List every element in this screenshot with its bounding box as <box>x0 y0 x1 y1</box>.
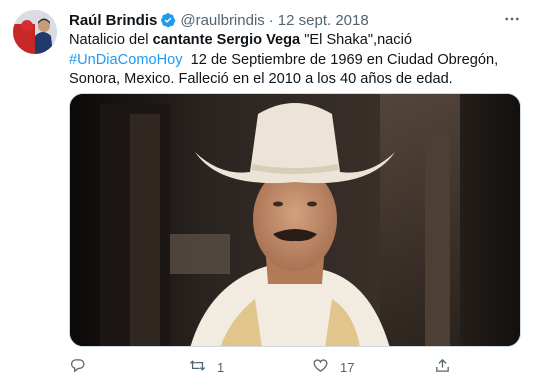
verified-badge-icon <box>160 12 176 28</box>
share-icon <box>434 357 451 377</box>
author-name[interactable]: Raúl Brindis <box>69 12 157 29</box>
separator-dot: · <box>268 11 274 29</box>
tweet-date[interactable]: 12 sept. 2018 <box>278 12 369 29</box>
tweet-text: Natalicio del cantante Sergio Vega "El S… <box>69 31 521 90</box>
reply-icon <box>69 357 86 377</box>
tweet-text-part1: Natalicio del <box>69 32 153 48</box>
tweet-header: Raúl Brindis @raulbrindis · 12 sept. 201… <box>69 10 527 30</box>
tweet-photo[interactable] <box>69 93 521 347</box>
like-button[interactable]: 17 <box>312 357 354 377</box>
tweet-actions: 1 17 <box>69 357 521 379</box>
avatar[interactable] <box>13 10 57 54</box>
like-count: 17 <box>340 359 355 375</box>
reply-button[interactable] <box>69 357 97 377</box>
retweet-count: 1 <box>217 359 225 375</box>
retweet-icon <box>189 357 206 377</box>
hashtag-link[interactable]: #UnDiaComoHoy <box>69 52 183 68</box>
tweet-text-part2: "El Shaka",nació <box>300 32 412 48</box>
author-handle[interactable]: @raulbrindis <box>180 12 264 29</box>
tweet-card[interactable]: Raúl Brindis @raulbrindis · 12 sept. 201… <box>0 0 537 385</box>
like-icon <box>312 357 329 377</box>
retweet-button[interactable]: 1 <box>189 357 224 377</box>
share-button[interactable] <box>434 357 462 377</box>
more-options-icon[interactable] <box>503 10 521 28</box>
tweet-text-bold: cantante Sergio Vega <box>152 32 301 48</box>
